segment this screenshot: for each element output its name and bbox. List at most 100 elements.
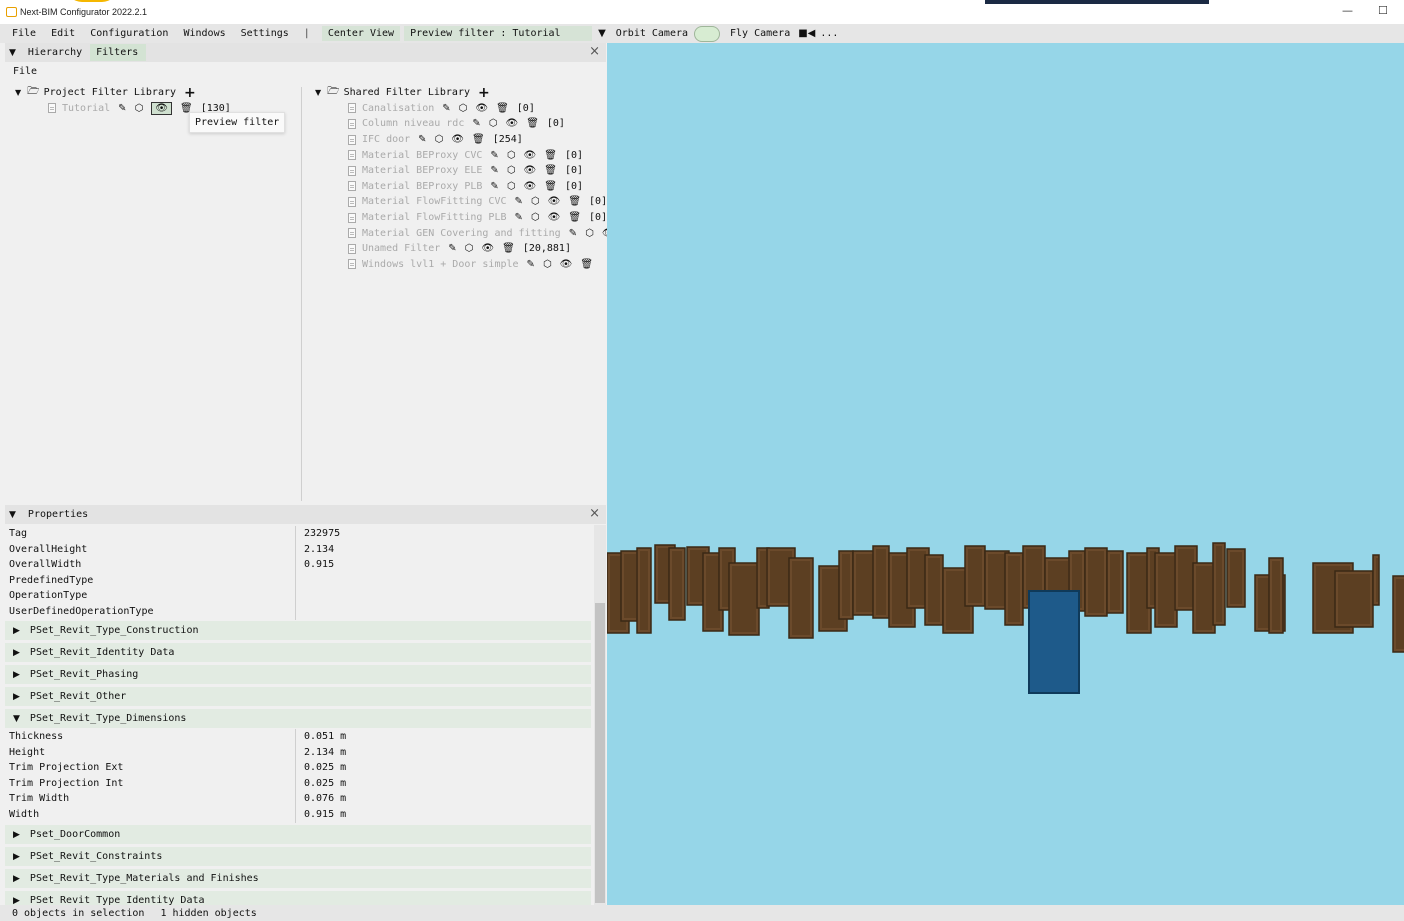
collapse-triangle-icon[interactable]: ▶ [13,648,20,658]
pset-header[interactable]: ▶ PSet_Revit_Other [5,687,591,706]
filter-row[interactable]: Windows lvl1 + Door simple ✎ ⬡ 👁 🗑 [315,257,643,273]
filter-row[interactable]: Material BEProxy PLB ✎ ⬡ 👁 🗑 [0] [315,179,643,195]
filter-row[interactable]: Material FlowFitting PLB ✎ ⬡ 👁 🗑 [0] [315,210,643,226]
center-view-button[interactable]: Center View [321,26,401,41]
filter-row[interactable]: Column niveau rdc ✎ ⬡ 👁 🗑 [0] [315,116,643,132]
tab-hierarchy[interactable]: Hierarchy [21,44,91,61]
3d-viewport[interactable] [607,43,1404,905]
chevron-down-icon[interactable]: ▼ [598,28,606,39]
edit-icon[interactable]: ✎ [569,228,577,239]
shared-library-header[interactable]: ▼ 🗁 Shared Filter Library + [315,85,643,101]
trash-icon[interactable]: 🗑 [568,212,581,223]
more-options-button[interactable]: ... [820,28,838,39]
filter-name[interactable]: Windows lvl1 + Door simple [362,259,519,270]
filter-name[interactable]: Material FlowFitting CVC [362,196,507,207]
trash-icon[interactable]: 🗑 [544,150,557,161]
eye-icon[interactable]: 👁 [524,165,537,176]
panel-menu-icon[interactable]: ▼ [9,48,16,58]
filter-row[interactable]: Material BEProxy CVC ✎ ⬡ 👁 🗑 [0] [315,147,643,163]
filter-row[interactable]: IFC door ✎ ⬡ 👁 🗑 [254] [315,132,643,148]
pset-header[interactable]: ▶ PSet_Revit_Phasing [5,665,591,684]
pset-header[interactable]: ▶ Pset_DoorCommon [5,825,591,844]
add-filter-icon[interactable]: + [184,85,196,101]
collapse-triangle-icon[interactable]: ▶ [13,896,20,906]
trash-icon[interactable]: 🗑 [472,134,485,145]
scrollbar-thumb[interactable] [595,603,605,903]
filter-name[interactable]: IFC door [362,134,410,145]
select-shape-icon[interactable]: ⬡ [459,103,468,114]
select-shape-icon[interactable]: ⬡ [507,165,516,176]
tab-filters[interactable]: Filters [90,44,147,61]
eye-icon[interactable]: 👁 [451,134,464,145]
collapse-triangle-icon[interactable]: ▶ [13,692,20,702]
edit-icon[interactable]: ✎ [490,181,498,192]
preview-filter-select[interactable]: Preview filter : Tutorial [404,26,593,41]
select-shape-icon[interactable]: ⬡ [465,243,474,254]
collapse-triangle-icon[interactable]: ▶ [13,626,20,636]
edit-icon[interactable]: ✎ [448,243,456,254]
selected-door-object[interactable] [1028,590,1080,694]
properties-scrollbar[interactable] [594,525,606,905]
collapse-triangle-icon[interactable]: ▶ [13,670,20,680]
collapse-triangle-icon[interactable]: ▶ [13,830,20,840]
add-filter-icon[interactable]: + [478,85,490,101]
close-icon[interactable]: × [589,44,600,59]
pset-header[interactable]: ▶ PSet_Revit_Identity Data [5,643,591,662]
minimize-button[interactable]: — [1342,4,1353,17]
video-camera-icon[interactable]: ■◀ [798,28,815,39]
filter-row[interactable]: Material FlowFitting CVC ✎ ⬡ 👁 🗑 [0] [315,194,643,210]
expand-triangle-icon[interactable]: ▼ [315,88,321,97]
edit-icon[interactable]: ✎ [418,134,426,145]
eye-icon[interactable]: 👁 [475,103,488,114]
filter-name[interactable]: Canalisation [362,103,434,114]
collapse-triangle-icon[interactable]: ▶ [13,874,20,884]
filter-name[interactable]: Material BEProxy CVC [362,150,482,161]
select-shape-icon[interactable]: ⬡ [135,103,144,114]
trash-icon[interactable]: 🗑 [580,259,593,270]
eye-icon[interactable]: 👁 [548,212,561,223]
pset-header[interactable]: ▶ PSet_Revit_Type_Materials and Finishes [5,869,591,888]
filter-row[interactable]: Canalisation ✎ ⬡ 👁 🗑 [0] [315,101,643,117]
edit-icon[interactable]: ✎ [442,103,450,114]
eye-icon[interactable]: 👁 [560,259,573,270]
eye-icon[interactable]: 👁 [481,243,494,254]
eye-icon[interactable]: 👁 [548,196,561,207]
edit-icon[interactable]: ✎ [490,165,498,176]
filter-name[interactable]: Material BEProxy ELE [362,165,482,176]
select-shape-icon[interactable]: ⬡ [531,212,540,223]
trash-icon[interactable]: 🗑 [544,181,557,192]
collapse-triangle-icon[interactable]: ▶ [13,852,20,862]
filter-name[interactable]: Unamed Filter [362,243,440,254]
edit-icon[interactable]: ✎ [118,103,126,114]
scene-canvas[interactable] [607,43,1404,905]
menu-file[interactable]: File [12,28,36,39]
select-shape-icon[interactable]: ⬡ [489,118,498,129]
menu-configuration[interactable]: Configuration [90,28,168,39]
eye-icon[interactable]: 👁 [524,150,537,161]
eye-icon[interactable]: 👁 [524,181,537,192]
pset-header[interactable]: ▶ PSet_Revit_Type_Construction [5,621,591,640]
trash-icon[interactable]: 🗑 [502,243,515,254]
menu-settings[interactable]: Settings [241,28,289,39]
select-shape-icon[interactable]: ⬡ [585,228,594,239]
edit-icon[interactable]: ✎ [527,259,535,270]
filter-row[interactable]: Material GEN Covering and fitting✎⬡👁🗑 [315,225,643,241]
edit-icon[interactable]: ✎ [472,118,480,129]
menu-edit[interactable]: Edit [51,28,75,39]
edit-icon[interactable]: ✎ [490,150,498,161]
pset-header[interactable]: ▶ PSet_Revit_Constraints [5,847,591,866]
expand-triangle-icon[interactable]: ▼ [13,714,20,724]
eye-icon[interactable]: 👁 [151,101,172,115]
filter-name[interactable]: Tutorial [62,103,110,114]
select-shape-icon[interactable]: ⬡ [543,259,552,270]
panel-menu-icon[interactable]: ▼ [9,510,16,520]
trash-icon[interactable]: 🗑 [568,196,581,207]
filter-row[interactable]: Material BEProxy ELE ✎ ⬡ 👁 🗑 [0] [315,163,643,179]
camera-mode-toggle[interactable] [694,25,721,42]
trash-icon[interactable]: 🗑 [544,165,557,176]
trash-icon[interactable]: 🗑 [526,118,539,129]
select-shape-icon[interactable]: ⬡ [507,181,516,192]
close-icon[interactable]: × [589,506,600,521]
maximize-button[interactable]: ☐ [1378,4,1388,17]
filter-name[interactable]: Material GEN Covering and fitting [362,228,561,239]
